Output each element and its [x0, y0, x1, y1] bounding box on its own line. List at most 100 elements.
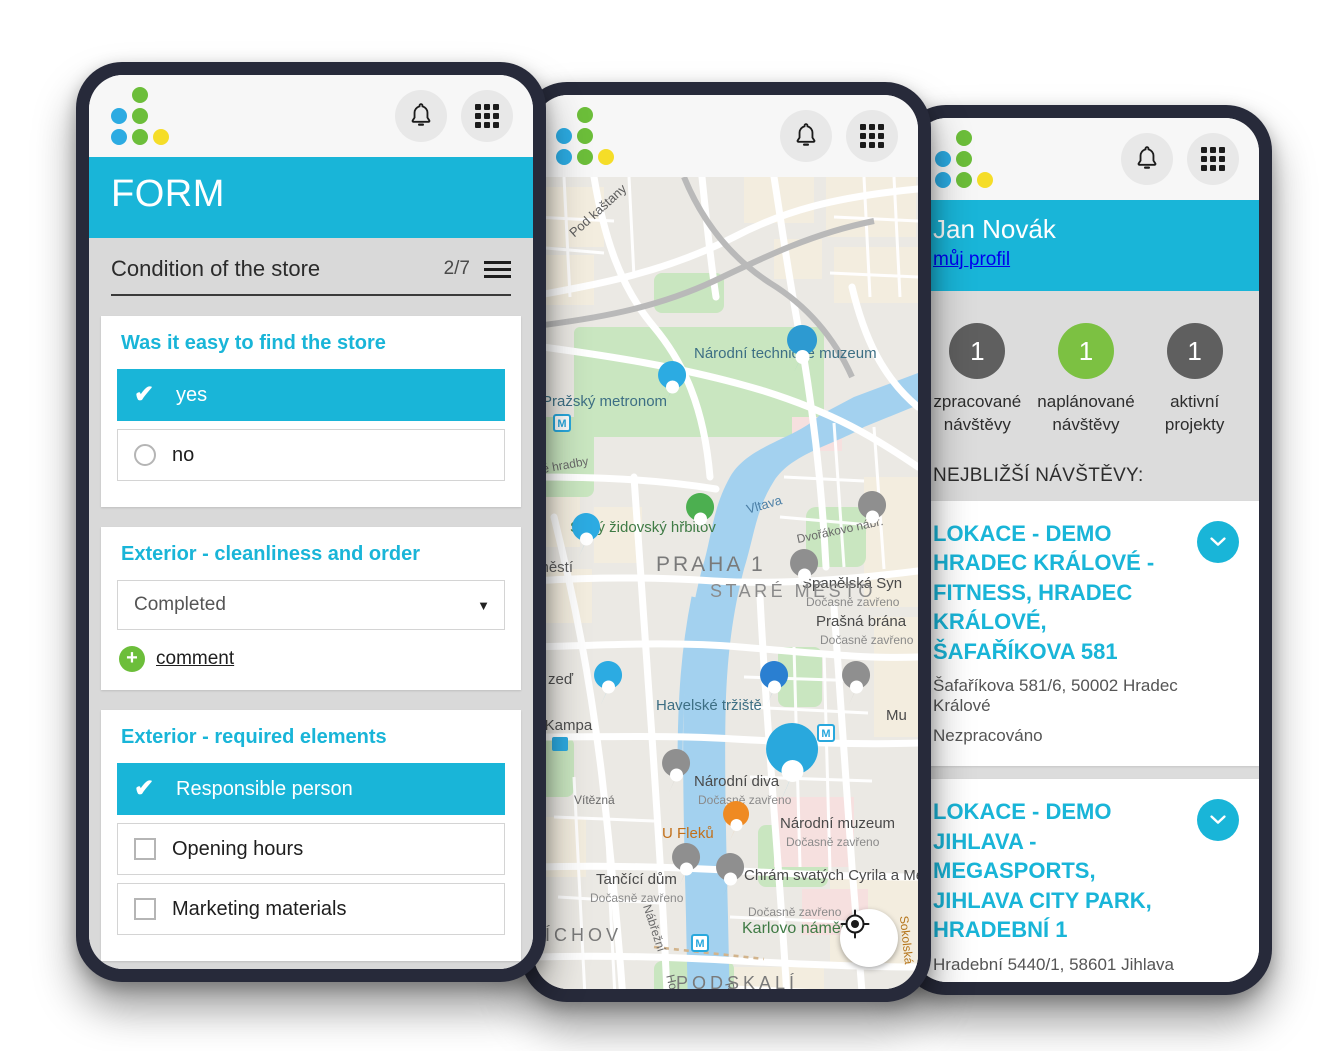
dashboard-user-hero: Jan Novák můj profil [913, 200, 1259, 291]
visit-title: LOKACE - DEMO JIHLAVA - MEGASPORTS, JIHL… [933, 799, 1152, 943]
map-pin-icon [723, 801, 750, 841]
map-appbar [534, 95, 918, 177]
plus-circle-icon: + [119, 646, 145, 672]
form-card-cleanliness: Exterior - cleanliness and order Complet… [101, 527, 521, 690]
map-pin-icon [662, 749, 691, 792]
transit-icon [552, 737, 568, 751]
dashboard-body: Jan Novák můj profil 1 zpracované návště… [913, 200, 1259, 982]
radio-option-label: no [172, 443, 195, 466]
chevron-down-icon [1210, 815, 1226, 825]
add-comment-label: comment [156, 648, 235, 669]
notifications-button[interactable] [780, 110, 832, 162]
radio-option-label: yes [176, 383, 208, 406]
upcoming-visits-heading: NEJBLIŽŠÍ NÁVŠTĚVY: [933, 464, 1144, 486]
form-section-header: Condition of the store 2/7 [89, 238, 533, 282]
form-appbar [89, 75, 533, 157]
stat-value-bubble: 1 [949, 323, 1006, 379]
my-profile-link[interactable]: můj profil [933, 249, 1010, 271]
map-pin-icon [787, 325, 818, 371]
dashboard-screen: Jan Novák můj profil 1 zpracované návště… [913, 118, 1259, 982]
map-pin-icon [790, 549, 819, 592]
check-icon: ✔ [134, 381, 155, 408]
check-icon: ✔ [134, 775, 155, 802]
status-select-value: Completed [134, 594, 226, 615]
stat-processed-visits[interactable]: 1 zpracované návštěvy [924, 323, 1032, 437]
checkbox-option-opening-hours[interactable]: Opening hours [117, 823, 505, 875]
map-canvas[interactable]: Pod kaštany Národní technické muzeum Pra… [534, 177, 918, 989]
apps-menu-button[interactable] [846, 110, 898, 162]
map-pins-layer: M M M M [552, 325, 887, 952]
notifications-button[interactable] [1121, 133, 1173, 185]
map-pin-icon [760, 661, 789, 704]
checkbox-square-icon [134, 838, 156, 860]
chevron-down-icon [1210, 537, 1226, 546]
checkbox-option-label: Responsible person [176, 777, 353, 800]
stat-caption: naplánované návštěvy [1037, 392, 1135, 434]
map-pin-icon [686, 493, 715, 536]
visit-list-item[interactable]: LOKACE - DEMO HRADEC KRÁLOVÉ - FITNESS, … [913, 500, 1259, 767]
dashboard-appbar [913, 118, 1259, 200]
stat-active-projects[interactable]: 1 aktivní projekty [1141, 323, 1249, 437]
page-title: FORM [89, 157, 533, 238]
phone-dashboard: Jan Novák můj profil 1 zpracované návště… [900, 105, 1272, 995]
map-pin-icon [858, 491, 887, 534]
visit-address: Hradební 5440/1, 58601 Jihlava [933, 954, 1175, 974]
svg-text:M: M [557, 418, 566, 430]
radio-option-yes[interactable]: ✔ yes [117, 369, 505, 421]
map-pin-icon [572, 513, 601, 556]
form-card-required-elements: Exterior - required elements ✔ Responsib… [101, 710, 521, 961]
map-pin-icon [594, 661, 623, 704]
visit-expand-button[interactable] [1197, 799, 1239, 842]
hamburger-icon[interactable] [484, 260, 511, 278]
checkbox-square-icon [134, 898, 156, 920]
app-logo [935, 130, 993, 188]
apps-menu-button[interactable] [1187, 133, 1239, 185]
status-select[interactable]: Completed ▼ [117, 580, 505, 630]
screenshot-stage: Jan Novák můj profil 1 zpracované návště… [0, 0, 1335, 1051]
apps-menu-button[interactable] [461, 90, 513, 142]
my-location-button[interactable] [840, 909, 898, 967]
form-screen: FORM Condition of the store 2/7 Was it e… [89, 75, 533, 969]
svg-text:M: M [695, 938, 704, 950]
map-pin-icon [672, 843, 701, 886]
radio-option-no[interactable]: no [117, 429, 505, 481]
map-pin-icon-selected [766, 723, 819, 805]
radio-circle-icon [134, 444, 156, 466]
bell-icon [1137, 146, 1157, 169]
stat-value-bubble: 1 [1057, 323, 1114, 379]
form-card-heading: Exterior - cleanliness and order [121, 543, 420, 565]
stat-planned-visits[interactable]: 1 naplánované návštěvy [1032, 323, 1140, 437]
dashboard-stats: 1 zpracované návštěvy 1 naplánované návš… [913, 291, 1259, 463]
visit-list-item[interactable]: LOKACE - DEMO JIHLAVA - MEGASPORTS, JIHL… [913, 779, 1259, 982]
apps-grid-icon [475, 104, 499, 128]
metro-station-icon: M [817, 724, 835, 742]
map-appbar-actions [780, 110, 898, 162]
form-section-counter: 2/7 [443, 258, 470, 279]
form-appbar-actions [395, 90, 513, 142]
user-name: Jan Novák [933, 214, 1056, 244]
form-card-heading: Exterior - required elements [121, 726, 387, 748]
app-logo [111, 87, 169, 145]
app-logo [556, 107, 614, 165]
checkbox-option-label: Marketing materials [172, 897, 347, 920]
notifications-button[interactable] [395, 90, 447, 142]
metro-station-icon: M [691, 934, 709, 952]
visit-expand-button[interactable] [1197, 520, 1239, 563]
svg-text:M: M [821, 728, 830, 740]
dashboard-appbar-actions [1121, 133, 1239, 185]
visit-title: LOKACE - DEMO HRADEC KRÁLOVÉ - FITNESS, … [933, 520, 1155, 664]
stat-caption: zpracované návštěvy [933, 392, 1022, 434]
my-location-icon [840, 909, 870, 939]
map-screen: Pod kaštany Národní technické muzeum Pra… [534, 95, 918, 989]
checkbox-option-label: Opening hours [172, 837, 304, 860]
map-pin-icon [716, 853, 745, 896]
checkbox-option-marketing-materials[interactable]: Marketing materials [117, 883, 505, 935]
checkbox-option-responsible-person[interactable]: ✔ Responsible person [117, 763, 505, 815]
phone-form: FORM Condition of the store 2/7 Was it e… [76, 62, 546, 982]
apps-grid-icon [1201, 147, 1225, 171]
form-section-meta: 2/7 [444, 258, 511, 280]
visit-status: Nezpracováno [933, 726, 1043, 746]
form-section-name: Condition of the store [111, 256, 321, 281]
add-comment-row[interactable]: + comment [117, 646, 505, 672]
apps-grid-icon [860, 124, 884, 148]
